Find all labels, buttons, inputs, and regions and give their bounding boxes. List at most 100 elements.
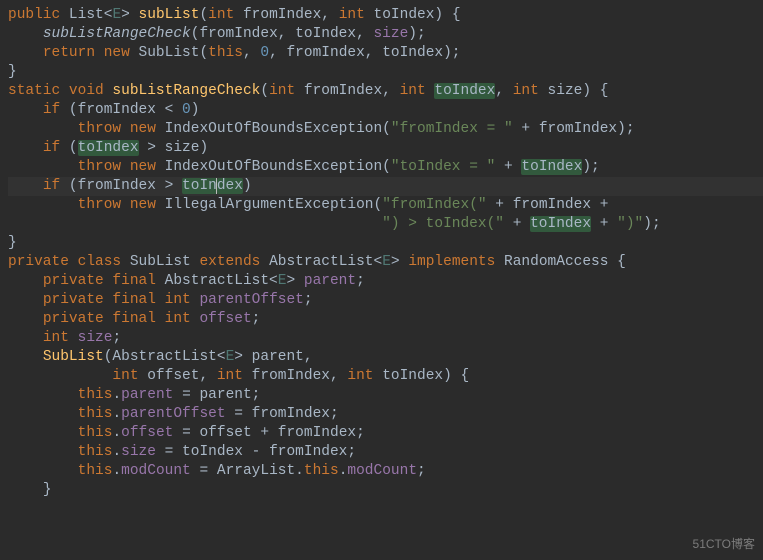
code-line[interactable]: this.offset = offset + fromIndex; [8, 424, 763, 443]
code-token: private final [43, 273, 165, 289]
code-token: . [112, 406, 121, 422]
code-token: , [243, 45, 260, 61]
code-token: toIn [182, 178, 217, 194]
code-line[interactable]: this.parent = parent; [8, 386, 763, 405]
code-token: size [78, 330, 113, 346]
code-token: size [121, 444, 165, 460]
code-token: > [121, 7, 138, 23]
code-token: parentOffset [199, 292, 303, 308]
code-token: SubList [43, 349, 104, 365]
code-token: SubList [130, 254, 200, 270]
code-line[interactable]: int size; [8, 329, 763, 348]
code-token: SubList( [139, 45, 209, 61]
code-token: + fromIndex); [513, 121, 635, 137]
code-line[interactable]: if (fromIndex < 0) [8, 101, 763, 120]
code-line[interactable]: private final int parentOffset; [8, 291, 763, 310]
code-line[interactable]: } [8, 481, 763, 500]
code-token: . [112, 387, 121, 403]
code-token: fromIndex, [243, 7, 339, 23]
code-token: toIndex [530, 216, 591, 232]
code-token: E [226, 349, 235, 365]
code-line[interactable]: throw new IllegalArgumentException("from… [8, 196, 763, 215]
code-line[interactable]: ") > toIndex(" + toIndex + ")"); [8, 215, 763, 234]
code-token: (fromIndex, toIndex, [191, 26, 374, 42]
code-line[interactable]: this.size = toIndex - fromIndex; [8, 443, 763, 462]
code-token: ) [191, 102, 200, 118]
code-line[interactable]: } [8, 234, 763, 253]
code-token: (fromIndex > [69, 178, 182, 194]
code-token: int [513, 83, 548, 99]
code-token: + [591, 216, 617, 232]
watermark: 51CTO博客 [693, 535, 755, 554]
code-token: subList [139, 7, 200, 23]
code-token: int [217, 368, 252, 384]
code-token: toIndex) { [374, 7, 461, 23]
code-token: int [208, 7, 243, 23]
code-token: > [391, 254, 408, 270]
code-line[interactable]: this.parentOffset = fromIndex; [8, 405, 763, 424]
code-token: private final int [43, 292, 200, 308]
code-token: ) [243, 178, 252, 194]
code-token: , [495, 83, 512, 99]
code-token: > [286, 273, 303, 289]
code-token: AbstractList< [165, 273, 278, 289]
code-token: ( [69, 140, 78, 156]
code-token: . [112, 425, 121, 441]
code-line[interactable]: int offset, int fromIndex, int toIndex) … [8, 367, 763, 386]
code-token: IllegalArgumentException( [165, 197, 383, 213]
code-token: ); [582, 159, 599, 175]
code-line[interactable]: return new SubList(this, 0, fromIndex, t… [8, 44, 763, 63]
code-token: extends [199, 254, 269, 270]
code-token: int [339, 7, 374, 23]
code-line[interactable]: throw new IndexOutOfBoundsException("fro… [8, 120, 763, 139]
code-token: = ArrayList. [199, 463, 303, 479]
code-line[interactable]: static void subListRangeCheck(int fromIn… [8, 82, 763, 101]
code-line[interactable]: private class SubList extends AbstractLi… [8, 253, 763, 272]
code-token: ); [408, 26, 425, 42]
code-token: AbstractList< [269, 254, 382, 270]
code-token: int [400, 83, 435, 99]
code-token: int [43, 330, 78, 346]
code-token: subListRangeCheck [112, 83, 260, 99]
code-token: toIndex [78, 140, 139, 156]
code-token: > size) [139, 140, 209, 156]
code-token: = offset + fromIndex; [182, 425, 365, 441]
code-token: E [112, 7, 121, 23]
code-line[interactable]: private final AbstractList<E> parent; [8, 272, 763, 291]
code-editor[interactable]: public List<E> subList(int fromIndex, in… [8, 6, 763, 500]
code-token: ")" [617, 216, 643, 232]
code-token: throw new [78, 159, 165, 175]
code-line[interactable]: private final int offset; [8, 310, 763, 329]
code-token: return new [43, 45, 139, 61]
code-token: ); [643, 216, 660, 232]
code-token: + [495, 159, 521, 175]
code-token: int [112, 368, 147, 384]
code-token: (AbstractList< [104, 349, 226, 365]
code-line[interactable]: subListRangeCheck(fromIndex, toIndex, si… [8, 25, 763, 44]
code-token: ; [417, 463, 426, 479]
code-token: "fromIndex = " [391, 121, 513, 137]
code-token: size) { [548, 83, 609, 99]
code-token: modCount [347, 463, 417, 479]
code-token: if [43, 102, 69, 118]
code-token: toIndex [434, 83, 495, 99]
code-token: int [347, 368, 382, 384]
code-line[interactable]: public List<E> subList(int fromIndex, in… [8, 6, 763, 25]
code-line[interactable]: if (toIndex > size) [8, 139, 763, 158]
code-token: = toIndex - fromIndex; [165, 444, 356, 460]
code-token: this [304, 463, 339, 479]
code-token: } [43, 482, 52, 498]
code-token: dex [217, 178, 243, 194]
code-token: , fromIndex, toIndex); [269, 45, 460, 61]
code-token: offset [121, 425, 182, 441]
code-token: size [373, 26, 408, 42]
code-line[interactable]: if (fromIndex > toIndex) [8, 177, 763, 196]
code-line[interactable]: } [8, 63, 763, 82]
code-token: } [8, 64, 17, 80]
code-line[interactable]: SubList(AbstractList<E> parent, [8, 348, 763, 367]
code-token: (fromIndex < [69, 102, 182, 118]
code-line[interactable]: this.modCount = ArrayList.this.modCount; [8, 462, 763, 481]
code-token: this [78, 406, 113, 422]
code-line[interactable]: throw new IndexOutOfBoundsException("toI… [8, 158, 763, 177]
code-token: > parent, [234, 349, 312, 365]
